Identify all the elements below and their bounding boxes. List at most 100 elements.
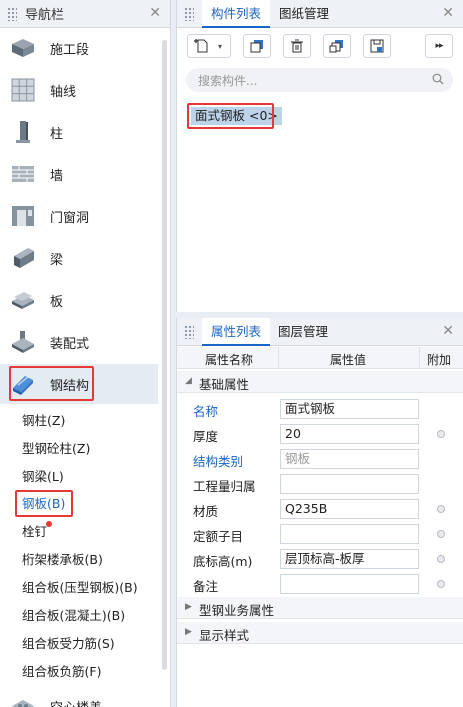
property-value-field[interactable]: Q235B <box>280 499 419 519</box>
close-icon[interactable]: ✕ <box>149 6 161 20</box>
sub-item-truss-deck[interactable]: 桁架楼承板(B) <box>22 549 103 571</box>
nav-item-axis[interactable]: 轴线 <box>0 70 158 110</box>
sub-item-composite-slab-deck[interactable]: 组合板(压型钢板)(B) <box>22 577 138 599</box>
component-list-panel: 构件列表 图纸管理 ✕ ▾ ▸▸ 搜索构件... 面式钢板 <0> <box>176 0 463 312</box>
group-steel-business-properties[interactable]: ▶ 型钢业务属性 <box>177 597 463 619</box>
sub-item-composite-slab-rebar[interactable]: 组合板受力筋(S) <box>22 633 115 655</box>
collapse-arrow-icon[interactable]: ◢ <box>185 376 192 386</box>
search-input[interactable]: 搜索构件... <box>198 72 257 89</box>
sub-item-composite-slab-concrete[interactable]: 组合板(混凝土)(B) <box>22 605 125 627</box>
nav-item-hollow-floor[interactable]: 空心楼盖 <box>0 686 158 707</box>
property-value-field[interactable] <box>280 524 419 544</box>
property-list-panel: 属性列表 图层管理 ✕ 属性名称 属性值 附加 ◢ 基础属性 名称 面式钢板 厚… <box>176 318 463 707</box>
property-name: 结构类别 <box>193 454 244 469</box>
column-divider <box>419 347 420 369</box>
sub-item-stud[interactable]: 栓钉 <box>22 521 47 543</box>
nav-item-wall[interactable]: 墙 <box>0 154 158 194</box>
nav-item-prefab[interactable]: 装配式 <box>0 322 158 362</box>
navigation-panel: 导航栏 ✕ 施工段 轴线 柱 墙 门窗洞 梁 板 装配式 钢结构 钢柱(Z) 型… <box>0 0 171 707</box>
extra-checkbox[interactable] <box>437 505 445 513</box>
copy-icon <box>250 40 263 53</box>
extra-checkbox[interactable] <box>437 580 445 588</box>
component-panel-header: 构件列表 图纸管理 ✕ <box>177 0 463 28</box>
tab-property-list[interactable]: 属性列表 <box>202 318 271 346</box>
navigation-title: 导航栏 <box>25 8 65 23</box>
drag-handle-icon[interactable] <box>184 6 194 21</box>
sub-item-steel-column[interactable]: 钢柱(Z) <box>22 410 65 432</box>
nav-item-beam[interactable]: 梁 <box>0 238 158 278</box>
property-name: 底标高(m) <box>193 554 253 569</box>
nav-item-label: 墙 <box>50 168 64 184</box>
nav-item-door-window[interactable]: 门窗洞 <box>0 196 158 236</box>
close-icon[interactable]: ✕ <box>442 324 454 338</box>
property-name: 名称 <box>193 404 219 419</box>
extra-checkbox[interactable] <box>437 430 445 438</box>
component-search[interactable]: 搜索构件... <box>186 68 453 92</box>
property-name: 厚度 <box>193 429 219 444</box>
property-panel-header: 属性列表 图层管理 ✕ <box>177 318 463 346</box>
new-file-icon <box>194 39 208 53</box>
expand-arrow-icon[interactable]: ▶ <box>185 627 192 637</box>
group-title: 基础属性 <box>199 377 250 392</box>
nav-item-construction-section[interactable]: 施工段 <box>0 28 158 68</box>
chevron-down-icon[interactable]: ▾ <box>218 42 222 51</box>
drag-handle-icon[interactable] <box>184 324 194 339</box>
property-row-remark: 备注 <box>177 571 463 596</box>
trash-icon <box>291 39 303 53</box>
save-button[interactable] <box>363 34 391 58</box>
extra-checkbox[interactable] <box>437 530 445 538</box>
column-header-name: 属性名称 <box>205 353 254 367</box>
nav-item-label: 柱 <box>50 126 64 142</box>
nav-item-label: 梁 <box>50 252 64 268</box>
highlight-box-component <box>187 103 274 129</box>
nav-item-label: 板 <box>50 294 64 310</box>
property-value-field[interactable]: 面式钢板 <box>280 399 419 419</box>
navigation-header: 导航栏 ✕ <box>0 0 170 28</box>
new-component-button[interactable]: ▾ <box>187 34 231 58</box>
property-value-field[interactable]: 层顶标高-板厚 <box>280 549 419 569</box>
tab-component-list[interactable]: 构件列表 <box>202 0 271 28</box>
column-icon <box>10 119 36 145</box>
column-divider <box>278 347 279 369</box>
delete-component-button[interactable] <box>283 34 311 58</box>
property-value-field[interactable]: 20 <box>280 424 419 444</box>
more-button[interactable]: ▸▸ <box>425 34 453 58</box>
tab-drawing-management[interactable]: 图纸管理 <box>270 0 338 28</box>
copy-component-button[interactable] <box>243 34 271 58</box>
property-row-thickness: 厚度 20 <box>177 421 463 446</box>
component-toolbar: ▾ ▸▸ <box>177 28 463 64</box>
close-icon[interactable]: ✕ <box>442 6 454 20</box>
sub-item-steel-concrete-column[interactable]: 型钢砼柱(Z) <box>22 438 90 460</box>
sub-item-steel-beam[interactable]: 钢梁(L) <box>22 466 64 488</box>
property-grid-header: 属性名称 属性值 附加 <box>177 347 463 369</box>
sub-item-composite-slab-negative-rebar[interactable]: 组合板负筋(F) <box>22 661 101 683</box>
property-row-quota-item: 定额子目 <box>177 521 463 546</box>
door-window-icon <box>10 203 36 229</box>
nav-item-label: 空心楼盖 <box>50 697 102 707</box>
slab-icon <box>10 287 36 313</box>
group-display-style[interactable]: ▶ 显示样式 <box>177 622 463 644</box>
group-basic-properties[interactable]: ◢ 基础属性 <box>177 371 463 393</box>
nav-scrollbar[interactable] <box>162 40 167 670</box>
double-arrow-right-icon: ▸▸ <box>435 41 443 51</box>
extra-checkbox[interactable] <box>437 555 445 563</box>
highlight-box-steel-structure <box>9 366 94 401</box>
search-icon[interactable] <box>432 73 444 85</box>
expand-arrow-icon[interactable]: ▶ <box>185 602 192 612</box>
drag-handle-icon[interactable] <box>7 6 17 21</box>
property-row-structure-type: 结构类别 钢板 <box>177 446 463 471</box>
copy-to-floor-button[interactable] <box>323 34 351 58</box>
nav-item-slab[interactable]: 板 <box>0 280 158 320</box>
property-name: 工程量归属 <box>193 479 256 494</box>
property-value-field[interactable] <box>280 574 419 594</box>
property-value-field[interactable] <box>280 474 419 494</box>
property-row-material: 材质 Q235B <box>177 496 463 521</box>
nav-item-column[interactable]: 柱 <box>0 112 158 152</box>
hollow-floor-icon <box>10 693 36 707</box>
prefab-icon <box>10 329 36 355</box>
tab-layer-management[interactable]: 图层管理 <box>269 318 337 346</box>
property-value-field[interactable]: 钢板 <box>280 449 419 469</box>
property-name: 定额子目 <box>193 529 244 544</box>
property-name: 材质 <box>193 504 219 519</box>
beam-icon <box>10 245 36 271</box>
